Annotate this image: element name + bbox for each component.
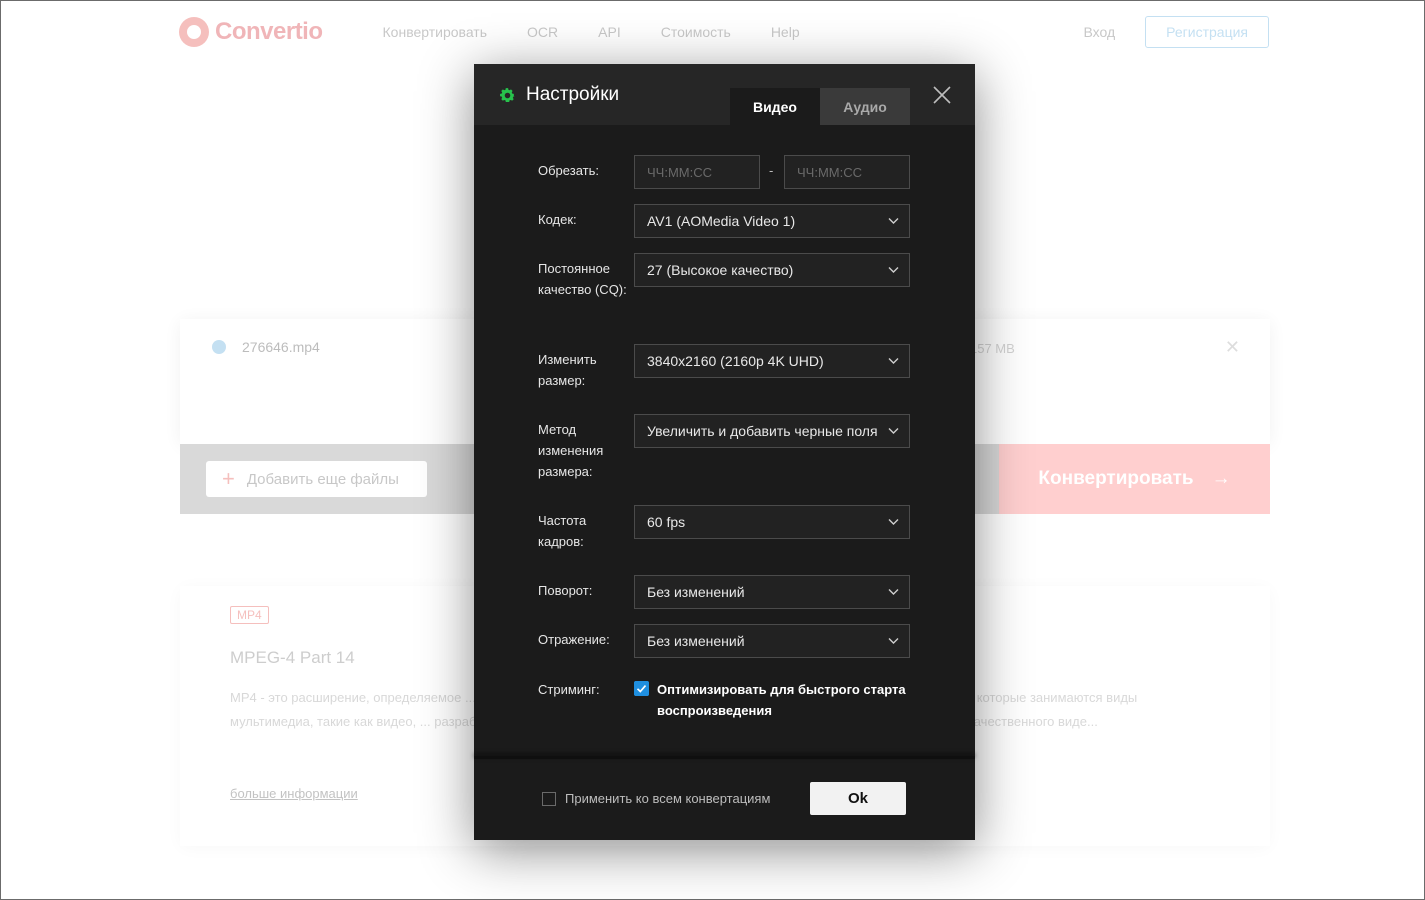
codec-value: AV1 (AOMedia Video 1) [647, 213, 796, 229]
nav-links: Конвертировать OCR API Стоимость Help [383, 24, 800, 40]
codec-select[interactable]: AV1 (AOMedia Video 1) [634, 204, 910, 238]
convert-button[interactable]: Конвертировать → [999, 444, 1270, 514]
play-icon[interactable] [212, 340, 226, 354]
format-title: MPEG-4 Part 14 [230, 648, 355, 667]
flip-row: Отражение: Без изменений [538, 624, 910, 658]
resize-method-select[interactable]: Увеличить и добавить черные поля [634, 414, 910, 448]
tab-audio[interactable]: Аудио [820, 88, 910, 125]
plus-icon: + [222, 466, 235, 491]
format-badge: MP4 [230, 606, 269, 624]
logo-text: Convertio [215, 18, 323, 45]
file-size: 157 MB [970, 341, 1015, 356]
nav-ocr[interactable]: OCR [527, 24, 558, 40]
flip-value: Без изменений [647, 633, 745, 649]
cq-label: Постоянное качество (CQ): [538, 261, 627, 297]
rotate-row: Поворот: Без изменений [538, 575, 910, 609]
codec-row: Кодек: AV1 (AOMedia Video 1) [538, 204, 910, 238]
framerate-label: Частота кадров: [538, 513, 587, 549]
add-files-button[interactable]: + Добавить еще файлы [206, 461, 427, 497]
apply-all-option[interactable]: Применить ко всем конвертациям [542, 791, 770, 806]
more-info-link[interactable]: больше информации [230, 786, 358, 801]
framerate-select[interactable]: 60 fps [634, 505, 910, 539]
register-button[interactable]: Регистрация [1145, 16, 1269, 48]
resize-select[interactable]: 3840x2160 (2160p 4K UHD) [634, 344, 910, 378]
remove-file-icon[interactable]: ✕ [1225, 337, 1240, 358]
resize-method-label: Метод изменения размера: [538, 422, 604, 479]
modal-title-text: Настройки [526, 84, 620, 105]
trim-label: Обрезать: [538, 163, 599, 178]
chevron-down-icon [888, 428, 899, 434]
streaming-label: Стриминг: [538, 682, 600, 697]
streaming-checkbox[interactable] [634, 681, 649, 696]
chevron-down-icon [888, 519, 899, 525]
gear-icon [500, 87, 515, 102]
framerate-value: 60 fps [647, 514, 686, 530]
resize-label: Изменить размер: [538, 352, 597, 388]
arrow-right-icon: → [1211, 468, 1231, 489]
logo[interactable]: Convertio [179, 17, 323, 47]
streaming-row: Стриминг: Оптимизировать для быстрого ст… [538, 679, 910, 725]
nav-convert[interactable]: Конвертировать [383, 24, 488, 40]
cq-row: Постоянное качество (CQ): 27 (Высокое ка… [538, 253, 910, 323]
modal-title: Настройки [498, 84, 619, 106]
resize-value: 3840x2160 (2160p 4K UHD) [647, 353, 824, 369]
chevron-down-icon [888, 267, 899, 273]
nav-api[interactable]: API [598, 24, 621, 40]
apply-all-checkbox[interactable] [542, 791, 556, 806]
resize-method-row: Метод изменения размера: Увеличить и доб… [538, 414, 910, 484]
nav-pricing[interactable]: Стоимость [661, 24, 731, 40]
logo-icon [179, 17, 209, 47]
cq-select[interactable]: 27 (Высокое качество) [634, 253, 910, 287]
flip-select[interactable]: Без изменений [634, 624, 910, 658]
codec-label: Кодек: [538, 212, 577, 227]
resize-row: Изменить размер: 3840x2160 (2160p 4K UHD… [538, 344, 910, 392]
trim-end-input[interactable]: ЧЧ:ММ:СС [784, 155, 910, 189]
framerate-row: Частота кадров: 60 fps [538, 505, 910, 553]
top-navigation: Convertio Конвертировать OCR API Стоимос… [179, 15, 1269, 49]
streaming-checkbox-label[interactable]: Оптимизировать для быстрого старта воспр… [657, 679, 917, 721]
tab-video[interactable]: Видео [730, 88, 820, 125]
flip-label: Отражение: [538, 632, 610, 647]
apply-all-label[interactable]: Применить ко всем конвертациям [565, 791, 770, 806]
file-name: 276646.mp4 [242, 339, 320, 355]
nav-help[interactable]: Help [771, 24, 800, 40]
rotate-select[interactable]: Без изменений [634, 575, 910, 609]
file-row: 276646.mp4 [212, 339, 320, 355]
resize-method-value: Увеличить и добавить черные поля [647, 423, 878, 439]
chevron-down-icon [888, 638, 899, 644]
close-icon[interactable] [931, 84, 953, 106]
trim-row: Обрезать: ЧЧ:ММ:СС - ЧЧ:ММ:СС [538, 155, 910, 189]
trim-start-input[interactable]: ЧЧ:ММ:СС [634, 155, 760, 189]
trim-separator: - [769, 163, 774, 178]
convert-label: Конвертировать [1038, 468, 1194, 489]
ok-button[interactable]: Ok [810, 782, 906, 815]
modal-header: Настройки Видео Аудио [474, 64, 975, 125]
rotate-label: Поворот: [538, 583, 593, 598]
login-link[interactable]: Вход [1083, 24, 1115, 40]
chevron-down-icon [888, 218, 899, 224]
chevron-down-icon [888, 589, 899, 595]
cq-value: 27 (Высокое качество) [647, 262, 794, 278]
rotate-value: Без изменений [647, 584, 745, 600]
chevron-down-icon [888, 358, 899, 364]
footer-divider [474, 756, 975, 759]
add-files-label: Добавить еще файлы [246, 470, 399, 488]
nav-right: Вход Регистрация [1083, 16, 1269, 48]
settings-modal: Настройки Видео Аудио Обрезать: ЧЧ:ММ:СС… [474, 64, 975, 840]
